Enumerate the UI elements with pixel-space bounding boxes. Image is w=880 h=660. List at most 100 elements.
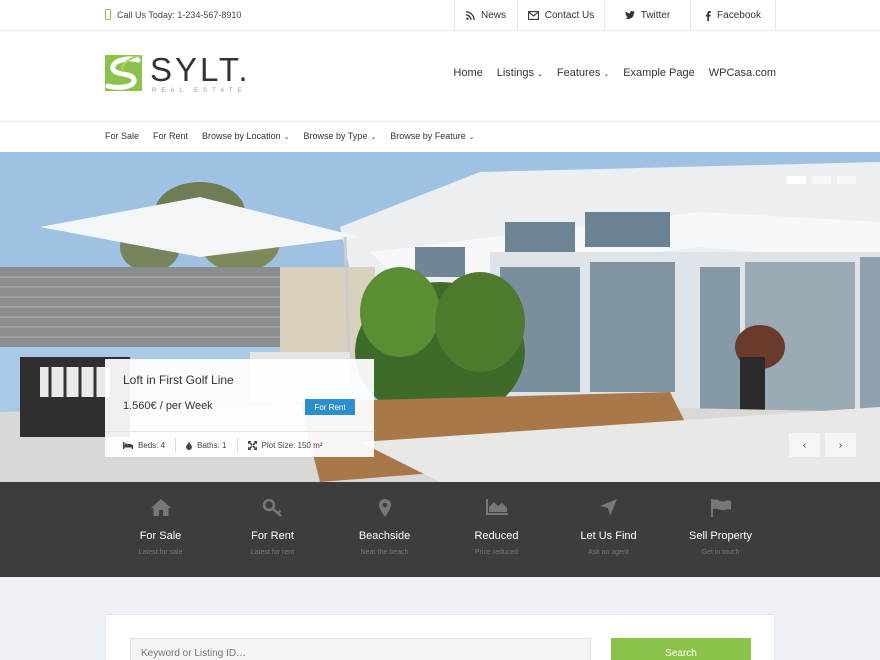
baths-label: Baths: 1 bbox=[197, 440, 227, 450]
listing-plot: Plot Size: 150 m² bbox=[247, 440, 323, 450]
feature-title: For Rent bbox=[251, 530, 294, 542]
listing-beds: Beds: 4 bbox=[123, 441, 165, 450]
hero-slider: ‹ › Loft in First Golf Line 1.560€ / per… bbox=[0, 152, 880, 482]
feature-title: Beachside bbox=[358, 530, 411, 542]
slider-prev-button[interactable]: ‹ bbox=[789, 433, 820, 457]
chevron-down-icon: ⌄ bbox=[283, 134, 290, 141]
nav-label: Features bbox=[556, 67, 601, 79]
search-button[interactable]: Search bbox=[611, 638, 751, 660]
twitter-icon bbox=[624, 11, 635, 19]
subnav-label: For Rent bbox=[153, 131, 189, 141]
main-nav: Home Listings ⌄ Features ⌄ Example Page WP… bbox=[453, 67, 776, 79]
slider-dot[interactable] bbox=[837, 176, 856, 184]
feature-subtitle: Near the beach bbox=[360, 549, 409, 556]
site-logo[interactable]: SYLT. REAL ESTATE bbox=[105, 51, 251, 94]
listing-status-badge: For Rent bbox=[305, 399, 355, 415]
chevron-down-icon: ⌄ bbox=[468, 134, 475, 141]
top-nav: News Contact Us Twitter Facebook bbox=[454, 0, 776, 31]
top-link-news[interactable]: News bbox=[454, 0, 517, 31]
chevron-down-icon: ⌄ bbox=[603, 71, 610, 78]
location-arrow-icon bbox=[600, 499, 617, 516]
divider bbox=[236, 438, 238, 452]
slider-next-button[interactable]: › bbox=[825, 433, 856, 457]
feature-title: Sell Property bbox=[689, 530, 752, 542]
home-icon bbox=[150, 499, 171, 516]
top-link-label: News bbox=[480, 10, 506, 21]
subnav-label: Browse by Location bbox=[202, 131, 281, 141]
listing-card[interactable]: Loft in First Golf Line 1.560€ / per Wee… bbox=[105, 359, 374, 457]
divider bbox=[175, 438, 177, 452]
logo-title: SYLT. bbox=[150, 51, 251, 88]
top-link-label: Contact Us bbox=[544, 10, 595, 21]
nav-label: WPCasa.com bbox=[708, 67, 776, 79]
feature-sell-property[interactable]: Sell Property Get in touch bbox=[665, 482, 776, 556]
card-divider bbox=[105, 431, 374, 432]
phone-icon bbox=[105, 9, 111, 20]
site-header: SYLT. REAL ESTATE Home Listings ⌄ Feature… bbox=[0, 31, 880, 122]
feature-title: Reduced bbox=[474, 530, 519, 542]
key-icon bbox=[262, 499, 282, 517]
plot-label: Plot Size: 150 m² bbox=[261, 440, 323, 450]
slider-dot[interactable] bbox=[812, 176, 831, 184]
phone-info: Call Us Today: 1-234-567-8910 bbox=[105, 9, 241, 20]
subnav-label: Browse by Type bbox=[303, 131, 368, 141]
listing-baths: Baths: 1 bbox=[186, 440, 227, 450]
search-input[interactable] bbox=[130, 638, 591, 660]
water-drop-icon bbox=[186, 440, 193, 450]
feature-let-us-find[interactable]: Let Us Find Ask an agent bbox=[553, 482, 664, 556]
feature-for-sale[interactable]: For Sale Latest for sale bbox=[105, 482, 216, 556]
top-link-contact[interactable]: Contact Us bbox=[517, 0, 604, 31]
feature-beachside[interactable]: Beachside Near the beach bbox=[329, 482, 440, 556]
feature-subtitle: Get in touch bbox=[701, 549, 740, 556]
chevron-right-icon: › bbox=[838, 439, 843, 451]
nav-item-example-page[interactable]: Example Page bbox=[623, 67, 695, 79]
top-link-label: Twitter bbox=[640, 10, 671, 21]
listing-details: Beds: 4 Baths: 1 Plot Size: 150 m² bbox=[123, 438, 322, 452]
top-link-label: Facebook bbox=[717, 10, 761, 21]
nav-label: Listings bbox=[496, 67, 535, 79]
feature-for-rent[interactable]: For Rent Latest for rent bbox=[217, 482, 328, 556]
beds-label: Beds: 4 bbox=[138, 440, 166, 450]
subnav-item-browse-type[interactable]: Browse by Type ⌄ bbox=[303, 131, 376, 141]
nav-label: Home bbox=[453, 67, 483, 79]
nav-item-wpcasa[interactable]: WPCasa.com bbox=[709, 67, 776, 79]
chevron-left-icon: ‹ bbox=[802, 439, 807, 451]
listing-title[interactable]: Loft in First Golf Line bbox=[123, 373, 234, 387]
top-link-facebook[interactable]: Facebook bbox=[690, 0, 776, 31]
sub-nav: For Sale For Rent Browse by Location ⌄ Br… bbox=[0, 122, 880, 152]
slider-dots bbox=[787, 176, 856, 184]
search-box: Search bbox=[105, 614, 775, 660]
envelope-icon bbox=[527, 11, 539, 20]
expand-icon bbox=[247, 440, 257, 450]
feature-subtitle: Ask an agent bbox=[588, 549, 629, 556]
subnav-label: For Sale bbox=[105, 131, 140, 141]
nav-item-listings[interactable]: Listings ⌄ bbox=[497, 67, 543, 79]
slider-dot[interactable] bbox=[787, 176, 806, 184]
search-section: Search bbox=[0, 577, 880, 660]
flag-icon bbox=[710, 499, 731, 517]
feature-subtitle: Latest for rent bbox=[250, 549, 295, 556]
subnav-item-browse-location[interactable]: Browse by Location ⌄ bbox=[202, 131, 289, 141]
rss-icon bbox=[465, 11, 475, 20]
top-link-twitter[interactable]: Twitter bbox=[604, 0, 690, 31]
bed-icon bbox=[123, 441, 133, 449]
feature-reduced[interactable]: Reduced Price reduced bbox=[441, 482, 552, 556]
subnav-item-for-rent[interactable]: For Rent bbox=[153, 131, 188, 141]
features-band: For Sale Latest for sale For Rent Latest… bbox=[0, 482, 880, 577]
listing-price: 1.560€ / per Week bbox=[123, 400, 213, 412]
map-pin-icon bbox=[378, 499, 391, 517]
feature-title: For Sale bbox=[139, 530, 182, 542]
feature-title: Let Us Find bbox=[580, 530, 637, 542]
top-bar: Call Us Today: 1-234-567-8910 News Conta… bbox=[0, 0, 880, 31]
nav-item-features[interactable]: Features ⌄ bbox=[557, 67, 609, 79]
logo-subtitle: REAL ESTATE bbox=[152, 88, 247, 94]
subnav-item-browse-feature[interactable]: Browse by Feature ⌄ bbox=[390, 131, 474, 141]
subnav-item-for-sale[interactable]: For Sale bbox=[105, 131, 139, 141]
chevron-down-icon: ⌄ bbox=[537, 71, 543, 78]
area-chart-icon bbox=[485, 499, 508, 515]
phone-text: Call Us Today: 1-234-567-8910 bbox=[117, 9, 242, 20]
nav-item-home[interactable]: Home bbox=[453, 67, 482, 79]
facebook-icon bbox=[705, 10, 711, 21]
logo-mark-icon bbox=[105, 55, 142, 91]
nav-label: Example Page bbox=[623, 67, 695, 79]
